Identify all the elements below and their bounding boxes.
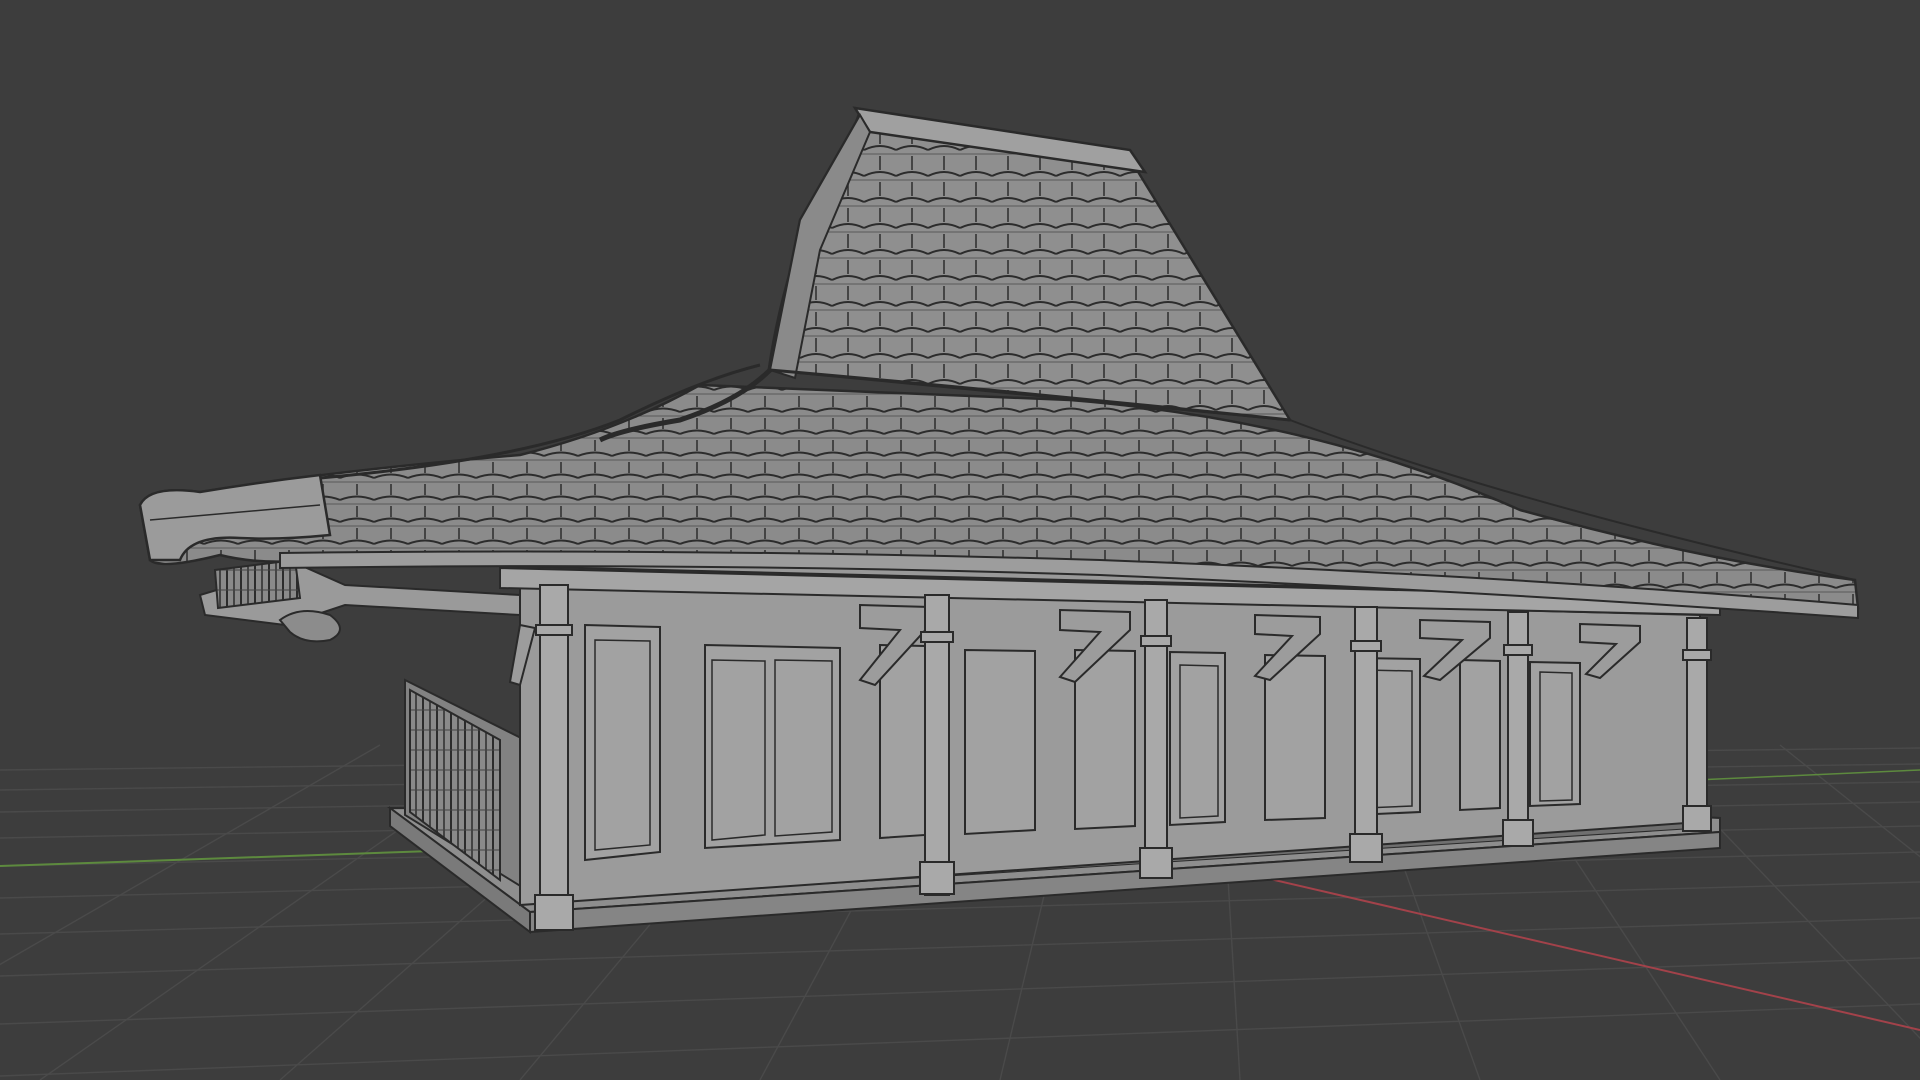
joglo-house-model[interactable] <box>138 106 1860 935</box>
x-axis-line <box>1239 871 1920 1031</box>
3d-viewport[interactable] <box>0 0 1920 1080</box>
left-eave-detail <box>198 558 521 643</box>
